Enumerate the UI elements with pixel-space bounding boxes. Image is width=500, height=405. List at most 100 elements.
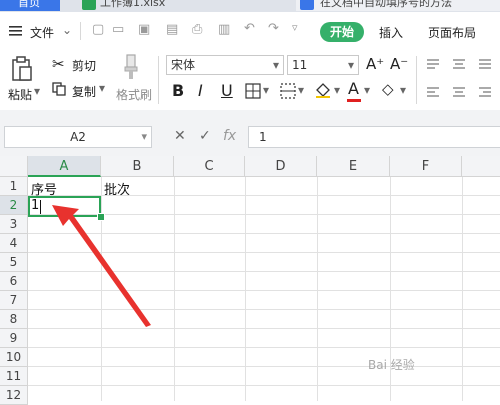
- customize-quick-access-icon[interactable]: ▿: [292, 21, 298, 34]
- fill-pattern-dropdown-icon[interactable]: ▾: [298, 83, 304, 97]
- borders-dropdown-icon[interactable]: ▾: [263, 83, 269, 97]
- gridline: [317, 177, 318, 401]
- separator: [416, 56, 417, 104]
- tab-home[interactable]: 首页: [0, 0, 60, 11]
- paste-button[interactable]: 粘贴: [8, 86, 32, 103]
- name-box[interactable]: A2 ▾: [4, 126, 152, 148]
- cell-b1[interactable]: 批次: [104, 179, 130, 198]
- select-all-corner[interactable]: [0, 156, 28, 177]
- save-icon[interactable]: ▣: [138, 22, 150, 37]
- formula-input[interactable]: 1: [248, 126, 500, 148]
- tab-document-label: 在文档中自动填序号的方法: [320, 0, 452, 9]
- row-header-4[interactable]: 4: [0, 234, 28, 253]
- formula-bar-row: A2 ▾ ✕ ✓ fx 1: [0, 110, 500, 156]
- format-painter-button[interactable]: 格式刷: [116, 86, 152, 103]
- fill-color-icon[interactable]: [314, 81, 332, 102]
- row-header-6[interactable]: 6: [0, 272, 28, 291]
- file-menu[interactable]: 文件: [30, 24, 54, 41]
- fill-handle[interactable]: [97, 213, 105, 221]
- align-center-icon[interactable]: [452, 86, 466, 101]
- separator: [80, 22, 81, 40]
- row-header-8[interactable]: 8: [0, 310, 28, 329]
- font-name-value: 宋体: [171, 58, 196, 72]
- bold-button[interactable]: B: [172, 81, 184, 100]
- row-header-5[interactable]: 5: [0, 253, 28, 272]
- italic-button[interactable]: I: [198, 81, 203, 100]
- align-top-icon[interactable]: [426, 58, 440, 73]
- hamburger-icon[interactable]: [8, 24, 24, 41]
- chevron-down-icon: ▾: [272, 58, 279, 72]
- row-header-11[interactable]: 11: [0, 367, 28, 386]
- active-cell-outline: [28, 196, 101, 217]
- cut-button[interactable]: 剪切: [72, 57, 96, 74]
- row-header-1[interactable]: 1: [0, 177, 28, 196]
- row-header-10[interactable]: 10: [0, 348, 28, 367]
- font-name-select[interactable]: 宋体 ▾: [166, 55, 284, 75]
- undo-icon[interactable]: ↶: [244, 21, 255, 36]
- column-header-a[interactable]: A: [28, 156, 101, 177]
- confirm-icon[interactable]: ✓: [199, 128, 211, 144]
- fill-pattern-icon[interactable]: [280, 83, 296, 102]
- row-header-3[interactable]: 3: [0, 215, 28, 234]
- chevron-down-icon: ▾: [347, 58, 354, 72]
- word-file-icon: [300, 0, 314, 10]
- redo-icon[interactable]: ↷: [268, 21, 279, 36]
- cancel-icon[interactable]: ✕: [174, 128, 186, 144]
- export-pdf-icon[interactable]: ▤: [166, 22, 178, 37]
- chevron-down-icon[interactable]: ⌄: [62, 23, 72, 37]
- print-icon[interactable]: ⎙: [192, 22, 202, 37]
- gridline: [28, 366, 500, 367]
- open-folder-icon[interactable]: ▭: [112, 22, 124, 37]
- column-header-f[interactable]: F: [390, 156, 462, 177]
- column-header-d[interactable]: D: [245, 156, 317, 177]
- tab-document[interactable]: 在文档中自动填序号的方法: [296, 0, 500, 11]
- row-header-7[interactable]: 7: [0, 291, 28, 310]
- gridline: [28, 233, 500, 234]
- copy-button[interactable]: 复制: [72, 83, 96, 100]
- print-preview-icon[interactable]: ▥: [218, 22, 230, 37]
- align-left-icon[interactable]: [426, 86, 440, 101]
- column-header-c[interactable]: C: [174, 156, 245, 177]
- clear-format-icon[interactable]: ◇: [382, 80, 394, 98]
- ribbon-tab-insert[interactable]: 插入: [379, 24, 403, 41]
- new-file-icon[interactable]: ▢: [92, 22, 104, 37]
- clear-format-dropdown-icon[interactable]: ▾: [400, 83, 406, 97]
- column-header-b[interactable]: B: [101, 156, 174, 177]
- gridline: [28, 347, 500, 348]
- row-header-9[interactable]: 9: [0, 329, 28, 348]
- row-header-2[interactable]: 2: [0, 196, 28, 215]
- font-color-swatch: [347, 99, 361, 102]
- increase-font-size-icon[interactable]: A⁺: [366, 55, 384, 73]
- row-header-12[interactable]: 12: [0, 386, 28, 405]
- font-size-select[interactable]: 11 ▾: [287, 55, 359, 75]
- sheet-file-icon: [82, 0, 96, 10]
- align-right-icon[interactable]: [478, 86, 492, 101]
- scissors-icon: ✂: [52, 55, 65, 73]
- gridline: [462, 177, 463, 401]
- document-tab-bar: 首页 工作簿1.xlsx 在文档中自动填序号的方法: [0, 0, 500, 12]
- separator: [158, 56, 159, 104]
- ribbon-tab-page-layout[interactable]: 页面布局: [428, 24, 476, 41]
- underline-button[interactable]: U: [221, 81, 233, 100]
- font-color-dropdown-icon[interactable]: ▾: [364, 83, 370, 97]
- gridline: [28, 290, 500, 291]
- align-middle-icon[interactable]: [452, 58, 466, 73]
- decrease-font-size-icon[interactable]: A⁻: [390, 55, 408, 73]
- tab-workbook[interactable]: 工作簿1.xlsx: [78, 0, 278, 11]
- fill-color-dropdown-icon[interactable]: ▾: [334, 83, 340, 97]
- text-cursor: [40, 200, 41, 214]
- spreadsheet-grid[interactable]: A B C D E F 1 2 3 4 5 6 7 8 9 10 11 12 序…: [0, 156, 500, 405]
- gridline: [245, 177, 246, 401]
- align-bottom-icon[interactable]: [478, 58, 492, 73]
- font-color-button[interactable]: A: [348, 79, 359, 98]
- insert-function-button[interactable]: fx: [223, 128, 236, 144]
- paste-icon[interactable]: [10, 56, 34, 85]
- ribbon-tab-start[interactable]: 开始: [320, 22, 364, 42]
- borders-icon[interactable]: [245, 83, 261, 102]
- chevron-down-icon: ▾: [141, 130, 147, 143]
- copy-dropdown-icon[interactable]: ▾: [99, 81, 105, 95]
- column-header-e[interactable]: E: [317, 156, 390, 177]
- column-header-g[interactable]: [462, 156, 500, 177]
- gridline: [28, 385, 500, 386]
- paste-dropdown-icon[interactable]: ▾: [34, 84, 40, 98]
